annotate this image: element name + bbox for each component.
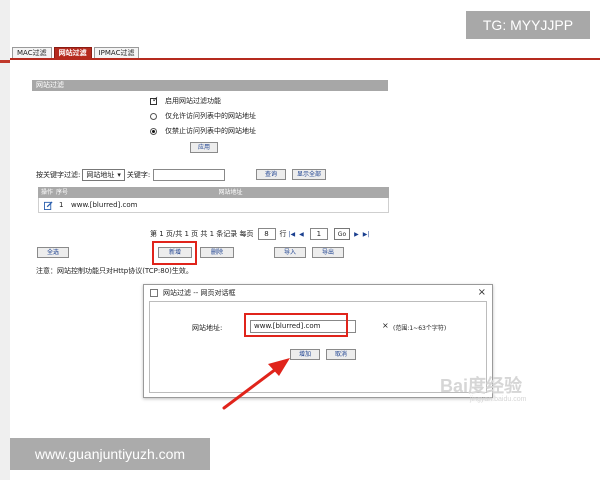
filter-type-value: 网站地址 (86, 171, 115, 179)
left-edge-accent (0, 60, 10, 63)
left-edge-strip (0, 0, 10, 480)
filter-type-select[interactable]: 网站地址 ▾ (82, 169, 125, 181)
keyword-input[interactable] (153, 169, 226, 181)
tg-watermark: TG: MYYJJPP (466, 11, 590, 39)
search-button[interactable]: 查询 (256, 169, 286, 180)
apply-button[interactable]: 应用 (190, 142, 218, 153)
row-url: www.[blurred].com (71, 201, 138, 209)
pagination: 第 1 页/共 1 页 共 1 条记录 每页 8 行 |◀ ◀ 1 Go ▶ ▶… (150, 228, 371, 240)
check-icon: ✓ (152, 94, 159, 104)
enable-filter-option[interactable]: ✓ 启用网站过滤功能 (150, 95, 221, 107)
block-only-radio[interactable] (150, 127, 157, 135)
notice-text: 注意：网站控制功能只对Http协议(TCP:80)生效。 (36, 267, 193, 275)
last-page-icon[interactable]: ▶| (363, 231, 370, 238)
baidu-watermark-sub: jingyan.baidu.com (470, 396, 527, 403)
edit-icon[interactable] (44, 200, 53, 210)
header-url: 网站地址 (218, 189, 243, 196)
first-page-icon[interactable]: |◀ (289, 231, 296, 238)
go-button[interactable]: Go (333, 228, 351, 240)
clear-icon[interactable]: × (382, 321, 389, 330)
url-label: 网站地址: (192, 324, 223, 332)
next-page-icon[interactable]: ▶ (354, 231, 359, 238)
tab-bar: MAC过滤 网站过滤 IPMAC过滤 (12, 45, 141, 59)
tab-underline (10, 58, 600, 60)
url-watermark: www.guanjuntiyuzh.com (10, 438, 210, 470)
keyword-filter-label: 按关键字过滤: (36, 171, 81, 179)
chevron-down-icon: ▾ (117, 171, 121, 179)
table-row: 1 www.[blurred].com (38, 198, 389, 213)
block-only-option[interactable]: 仅禁止访问列表中的网站地址 (150, 125, 256, 137)
export-button[interactable]: 导出 (312, 247, 344, 258)
url-hint: (范围:1~63个字符) (393, 325, 447, 332)
filter-row: 按关键字过滤: 网站地址 ▾ 关键字: (36, 168, 226, 182)
header-index: 序号 (56, 189, 69, 196)
allow-only-option[interactable]: 仅允许访问列表中的网站地址 (150, 110, 256, 122)
import-button[interactable]: 导入 (274, 247, 306, 258)
allow-only-radio[interactable] (150, 112, 157, 120)
page-info: 第 1 页/共 1 页 共 1 条记录 每页 (150, 230, 254, 238)
rows-label: 行 (279, 230, 287, 238)
add-button-highlight (152, 241, 197, 265)
goto-page-input[interactable]: 1 (309, 228, 328, 240)
arrow-annotation-icon (222, 358, 290, 410)
header-action: 操作 (41, 189, 54, 196)
table-header: 操作 序号 网站地址 (38, 187, 389, 198)
url-input-highlight (244, 313, 348, 337)
dialog-title: 网站过滤 -- 网页对话框 (163, 289, 236, 297)
show-all-button[interactable]: 显示全部 (292, 169, 326, 180)
website-table: 操作 序号 网站地址 1 www.[blurred].com (38, 187, 389, 213)
prev-page-icon[interactable]: ◀ (299, 231, 304, 238)
row-index: 1 (59, 201, 64, 209)
baidu-watermark: Bai度经验 (440, 376, 523, 396)
dialog-title-bar: 网站过滤 -- 网页对话框 (144, 285, 492, 301)
keyword-label: 关键字: (126, 171, 151, 179)
allow-only-label: 仅允许访问列表中的网站地址 (165, 112, 256, 120)
dialog-add-button[interactable]: 增加 (290, 349, 320, 360)
per-page-input[interactable]: 8 (257, 228, 276, 240)
enable-filter-label: 启用网站过滤功能 (165, 97, 221, 105)
close-icon[interactable]: × (478, 285, 486, 301)
enable-filter-checkbox[interactable]: ✓ (150, 94, 159, 105)
dialog-cancel-button[interactable]: 取消 (326, 349, 356, 360)
select-all-button[interactable]: 全选 (37, 247, 69, 258)
window-icon (150, 289, 158, 297)
delete-button[interactable]: 删除 (200, 247, 234, 258)
block-only-label: 仅禁止访问列表中的网站地址 (165, 127, 256, 135)
section-title: 网站过滤 (32, 80, 388, 91)
